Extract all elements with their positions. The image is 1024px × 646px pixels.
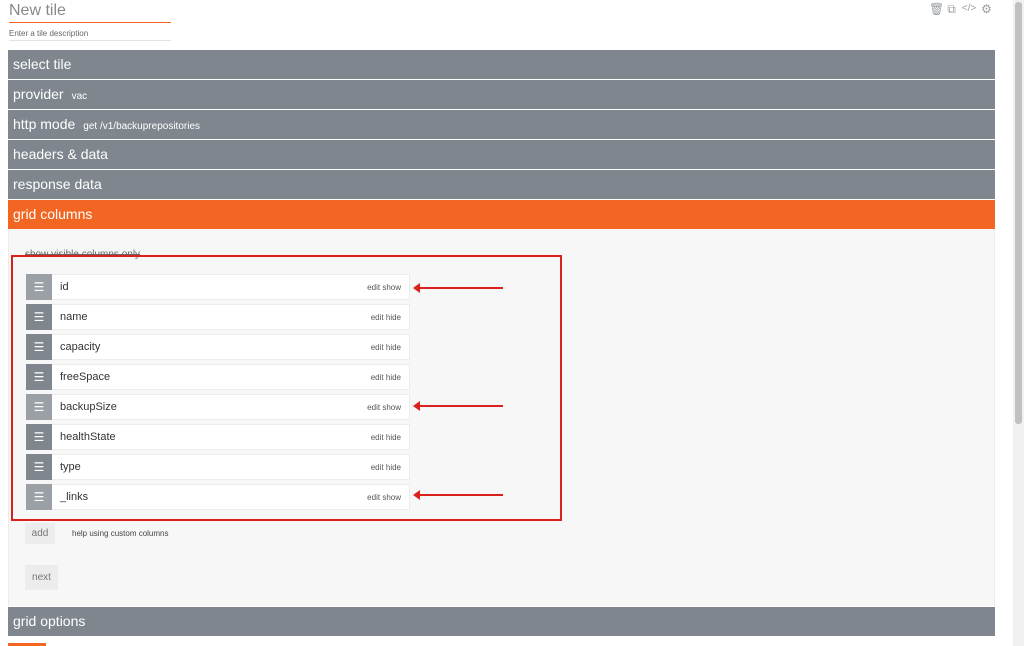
annotation-arrow — [413, 283, 503, 293]
column-name: freeSpace — [60, 371, 111, 383]
scrollbar-thumb[interactable] — [1015, 2, 1022, 424]
column-actions: edit hide — [371, 373, 401, 382]
column-name: capacity — [60, 341, 101, 353]
section-label: provider — [13, 86, 64, 102]
column-row-name: ☰ name edit hide — [26, 304, 410, 330]
gear-icon[interactable]: ⚙ — [980, 2, 993, 16]
vertical-scrollbar[interactable] — [1013, 0, 1024, 646]
column-row-capacity: ☰ capacity edit hide — [26, 334, 410, 360]
toggle-link[interactable]: show — [382, 283, 401, 292]
code-icon[interactable]: </> — [961, 2, 977, 16]
edit-link[interactable]: edit — [371, 463, 384, 472]
section-headers-data[interactable]: headers & data — [8, 140, 995, 169]
edit-link[interactable]: edit — [367, 403, 380, 412]
column-name: healthState — [60, 431, 116, 443]
column-name: _links — [60, 491, 89, 503]
show-visible-columns-toggle[interactable]: show visible columns only — [25, 249, 140, 260]
column-actions: edit hide — [371, 463, 401, 472]
toggle-link[interactable]: hide — [386, 313, 401, 322]
column-row-id: ☰ id edit show — [26, 274, 410, 300]
column-name: id — [60, 281, 69, 293]
tile-toolbar: 🗑 ⧉ </> ⚙ — [929, 2, 993, 16]
column-row-backupsize: ☰ backupSize edit show — [26, 394, 410, 420]
tile-title-input[interactable]: New tile — [9, 2, 171, 23]
edit-link[interactable]: edit — [371, 433, 384, 442]
column-actions: edit show — [367, 403, 401, 412]
column-actions: edit show — [367, 493, 401, 502]
section-label: headers & data — [13, 146, 108, 162]
column-name: type — [60, 461, 81, 473]
column-actions: edit show — [367, 283, 401, 292]
column-row-healthstate: ☰ healthState edit hide — [26, 424, 410, 450]
tile-description-input[interactable]: Enter a tile description — [9, 29, 171, 41]
section-label: select tile — [13, 56, 72, 72]
annotation-arrow — [413, 401, 503, 411]
add-column-button[interactable]: add — [25, 523, 55, 544]
edit-link[interactable]: edit — [371, 313, 384, 322]
drag-handle-icon[interactable]: ☰ — [26, 334, 52, 360]
section-grid-columns[interactable]: grid columns — [8, 200, 995, 229]
drag-handle-icon[interactable]: ☰ — [26, 454, 52, 480]
column-name: name — [60, 311, 88, 323]
section-label: grid columns — [13, 206, 93, 222]
column-actions: edit hide — [371, 343, 401, 352]
section-select-tile[interactable]: select tile — [8, 50, 995, 79]
column-actions: edit hide — [371, 313, 401, 322]
edit-link[interactable]: edit — [367, 283, 380, 292]
drag-handle-icon[interactable]: ☰ — [26, 424, 52, 450]
column-actions: edit hide — [371, 433, 401, 442]
toggle-link[interactable]: hide — [386, 433, 401, 442]
section-label: grid options — [13, 613, 86, 629]
annotation-arrow — [413, 490, 503, 500]
next-button[interactable]: next — [25, 565, 58, 590]
drag-handle-icon[interactable]: ☰ — [26, 304, 52, 330]
drag-handle-icon[interactable]: ☰ — [26, 484, 52, 510]
section-response-data[interactable]: response data — [8, 170, 995, 199]
toggle-link[interactable]: show — [382, 403, 401, 412]
http-mode-value: get /v1/backuprepositories — [83, 121, 200, 132]
copy-icon[interactable]: ⧉ — [945, 2, 958, 16]
toggle-link[interactable]: show — [382, 493, 401, 502]
section-label: response data — [13, 176, 102, 192]
drag-handle-icon[interactable]: ☰ — [26, 364, 52, 390]
section-label: http mode — [13, 116, 76, 132]
edit-link[interactable]: edit — [371, 343, 384, 352]
section-provider[interactable]: provider vac — [8, 80, 995, 109]
help-custom-columns-link[interactable]: help using custom columns — [72, 529, 169, 538]
column-row-links: ☰ _links edit show — [26, 484, 410, 510]
toggle-link[interactable]: hide — [386, 463, 401, 472]
drag-handle-icon[interactable]: ☰ — [26, 394, 52, 420]
edit-link[interactable]: edit — [367, 493, 380, 502]
section-grid-options[interactable]: grid options — [8, 607, 995, 636]
provider-value: vac — [71, 91, 88, 102]
column-row-type: ☰ type edit hide — [26, 454, 410, 480]
column-name: backupSize — [60, 401, 117, 413]
toggle-link[interactable]: hide — [386, 343, 401, 352]
column-row-freespace: ☰ freeSpace edit hide — [26, 364, 410, 390]
section-http-mode[interactable]: http mode get /v1/backuprepositories — [8, 110, 995, 139]
toggle-link[interactable]: hide — [386, 373, 401, 382]
edit-link[interactable]: edit — [371, 373, 384, 382]
drag-handle-icon[interactable]: ☰ — [26, 274, 52, 300]
trash-icon[interactable]: 🗑 — [929, 2, 944, 16]
